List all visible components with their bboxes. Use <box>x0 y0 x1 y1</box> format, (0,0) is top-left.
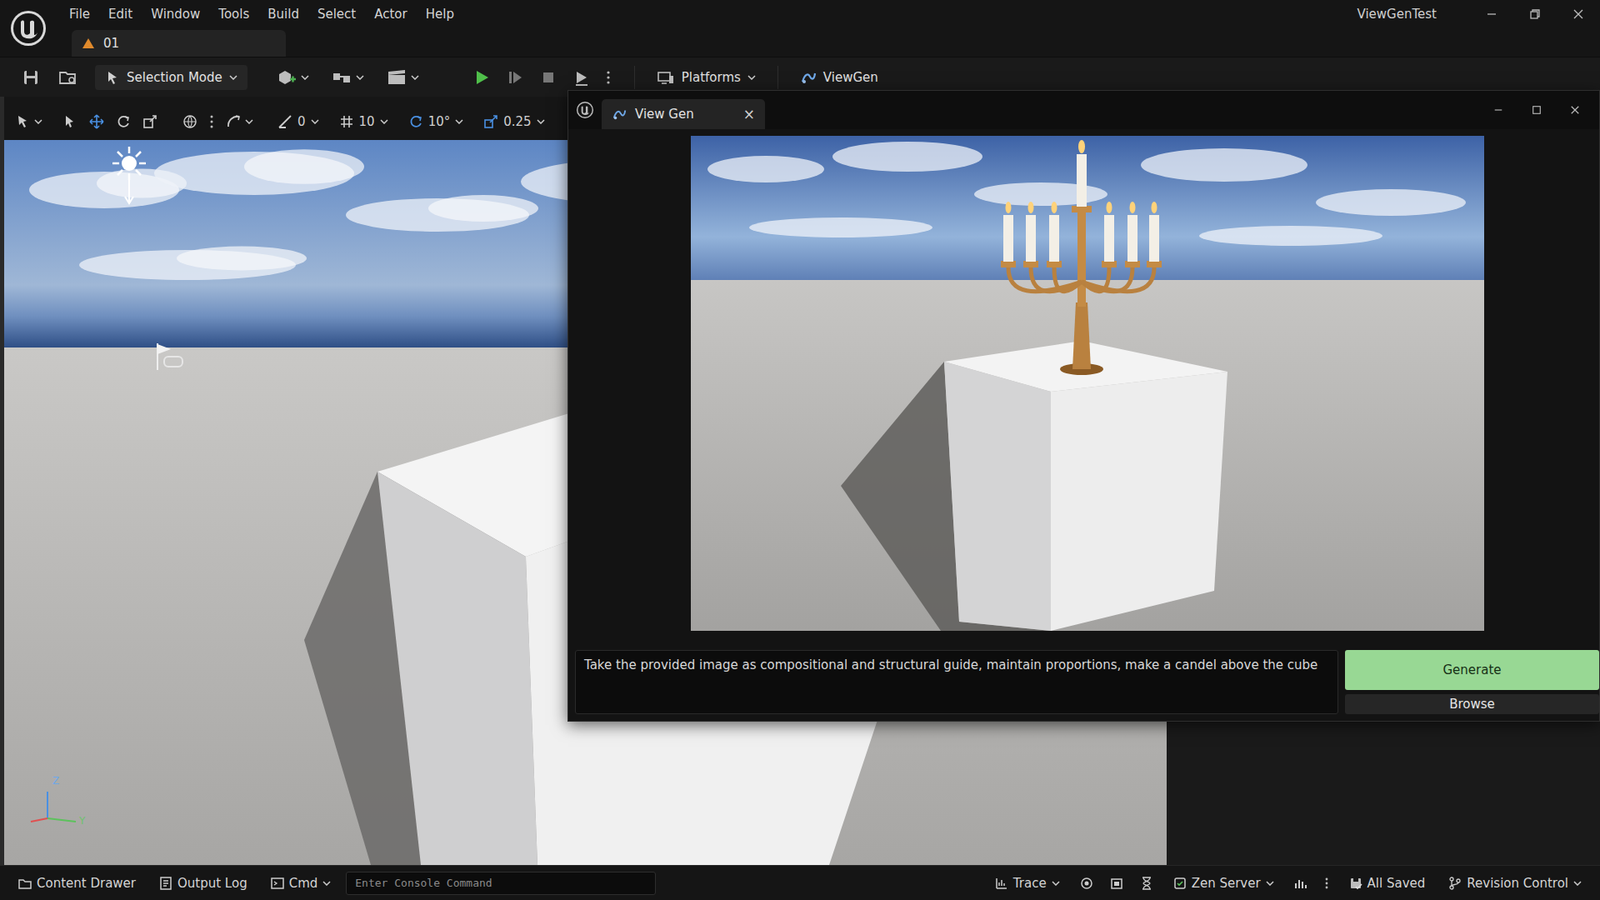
tab-close-button[interactable]: × <box>743 105 755 123</box>
status-bar: Content Drawer Output Log Cmd Trace Zen … <box>0 865 1600 900</box>
eject-icon[interactable] <box>565 65 598 90</box>
derived-data-icon[interactable] <box>1289 874 1313 893</box>
title-bar: FileEditWindowToolsBuildSelectActorHelp … <box>0 0 1600 57</box>
save-icon[interactable] <box>15 65 47 90</box>
level-tab[interactable]: 01 <box>71 30 286 57</box>
trace-icon <box>995 876 1009 890</box>
minimize-icon[interactable] <box>1479 105 1518 115</box>
record-icon[interactable] <box>1075 874 1099 893</box>
snap-setting[interactable]: 0.25 <box>476 112 551 131</box>
level-icon <box>81 37 95 50</box>
status-item[interactable]: Content Drawer <box>10 873 145 894</box>
axis-gizmo: Z Y <box>25 781 93 832</box>
viewgen-icon <box>611 106 627 122</box>
hourglass-icon[interactable] <box>1135 874 1159 893</box>
close-icon[interactable] <box>1555 105 1595 115</box>
cinematics-icon[interactable] <box>377 65 428 90</box>
window-controls <box>1479 90 1600 130</box>
menu-item[interactable]: Edit <box>99 6 142 22</box>
viewgen-icon <box>800 69 817 86</box>
menu-item[interactable]: Build <box>258 6 309 22</box>
drawer-icon <box>18 876 32 890</box>
selection-mode-dropdown[interactable]: Selection Mode <box>95 65 248 90</box>
unreal-logo-icon[interactable] <box>0 0 57 57</box>
status-item[interactable]: Cmd <box>262 873 340 894</box>
snap-setting[interactable]: 10 <box>332 112 395 131</box>
snap-setting[interactable]: 0 <box>270 112 326 131</box>
snap-setting[interactable]: 10° <box>401 112 471 131</box>
status-item[interactable]: Output Log <box>150 873 256 894</box>
move-icon[interactable] <box>86 112 107 131</box>
more-icon[interactable] <box>599 65 618 90</box>
menu-item[interactable]: Tools <box>209 6 259 22</box>
generated-image <box>575 135 1600 635</box>
cursor-icon <box>105 70 120 85</box>
log-icon <box>159 876 173 890</box>
restore-icon[interactable] <box>1513 0 1557 29</box>
surface-snap-icon[interactable] <box>223 111 256 132</box>
generate-button[interactable]: Generate <box>1345 650 1600 690</box>
world-space-icon[interactable] <box>180 112 200 131</box>
scale-snap-icon <box>483 114 499 130</box>
saved-icon <box>1349 876 1363 890</box>
more-icon[interactable] <box>206 112 217 131</box>
maximize-icon[interactable] <box>1517 105 1556 115</box>
browse-button[interactable]: Browse <box>1345 694 1600 715</box>
more-icon[interactable] <box>1319 874 1335 893</box>
add-actor-icon[interactable] <box>267 65 318 90</box>
scale-icon[interactable] <box>140 112 160 131</box>
blueprint-icon[interactable] <box>322 65 373 90</box>
surface-snap-icon <box>277 114 293 130</box>
cmd-icon <box>270 876 285 890</box>
platforms-icon <box>656 70 675 85</box>
platforms-dropdown[interactable]: Platforms <box>651 66 761 89</box>
stop-icon[interactable] <box>532 65 565 90</box>
unreal-logo-icon <box>568 90 602 130</box>
menu-item[interactable]: Help <box>416 6 464 22</box>
menu-bar: FileEditWindowToolsBuildSelectActorHelp … <box>56 0 1600 29</box>
viewgen-button[interactable]: ViewGen <box>795 65 884 90</box>
console-input[interactable] <box>345 871 656 895</box>
status-item[interactable]: All Saved <box>1340 873 1435 894</box>
status-item[interactable]: Revision Control <box>1440 873 1590 894</box>
step-icon[interactable] <box>499 65 531 90</box>
view-gen-tab[interactable]: View Gen × <box>601 99 765 130</box>
directional-light-icon[interactable] <box>110 145 148 210</box>
prompt-field[interactable]: Take the provided image as compositional… <box>575 650 1339 715</box>
rotation-snap-icon <box>408 114 424 130</box>
view-gen-window[interactable]: View Gen × Take the provided image as co… <box>567 90 1600 722</box>
generated-render <box>690 135 1485 631</box>
view-gen-tab-bar: View Gen × <box>568 90 1600 130</box>
select-icon[interactable] <box>60 112 80 131</box>
level-tab-bar: 01 <box>56 28 1600 57</box>
menu-item[interactable]: Actor <box>365 6 416 22</box>
menu-item[interactable]: Window <box>141 6 210 22</box>
status-item[interactable]: Trace <box>986 873 1069 894</box>
transform-mode-icon[interactable] <box>12 111 45 132</box>
menu-item[interactable]: File <box>60 6 100 22</box>
play-icon[interactable] <box>465 65 498 90</box>
menu-item[interactable]: Select <box>308 6 365 22</box>
rotate-icon[interactable] <box>113 112 134 131</box>
play-controls <box>465 65 618 90</box>
grid-snap-icon <box>339 114 355 130</box>
branch-icon <box>1448 876 1462 890</box>
player-start-icon[interactable] <box>152 341 186 375</box>
unreal-editor: FileEditWindowToolsBuildSelectActorHelp … <box>0 0 1600 900</box>
window-title: ViewGenTest <box>1357 6 1438 22</box>
minimize-icon[interactable] <box>1470 0 1514 29</box>
content-browser-icon[interactable] <box>51 65 85 90</box>
close-icon[interactable] <box>1556 0 1600 29</box>
status-item[interactable]: Zen Server <box>1165 873 1283 894</box>
screenshot-icon[interactable] <box>1105 874 1129 893</box>
server-icon <box>1173 876 1187 890</box>
window-controls <box>1470 0 1600 29</box>
